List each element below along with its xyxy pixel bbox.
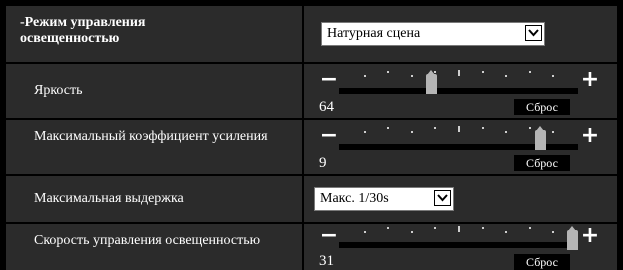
max-gain-plus-button[interactable]: +: [580, 125, 600, 147]
row-brightness: Яркость − + 64 Сброс: [6, 64, 617, 118]
label-cell: Максимальная выдержка: [6, 176, 304, 222]
max-gain-reset-button[interactable]: Сброс: [514, 155, 570, 171]
brightness-slider-track[interactable]: [339, 88, 578, 94]
max-gain-label: Максимальный коэффициент усиления: [34, 129, 268, 144]
label-cell: Яркость: [6, 64, 304, 118]
brightness-slider-thumb[interactable]: [426, 70, 437, 94]
light-control-speed-minus-button[interactable]: −: [319, 225, 339, 247]
light-control-speed-reset-button[interactable]: Сброс: [514, 254, 570, 270]
light-control-speed-slider-track[interactable]: [339, 242, 578, 248]
row-light-control-mode: -Режим управления освещенностью Натурная…: [6, 6, 617, 62]
row-max-shutter: Максимальная выдержка Макс. 1/30s: [6, 176, 617, 222]
light-control-mode-label: -Режим управления освещенностью: [20, 15, 146, 46]
brightness-minus-button[interactable]: −: [319, 69, 339, 91]
chevron-down-icon[interactable]: [525, 25, 542, 41]
brightness-plus-button[interactable]: +: [580, 69, 600, 91]
control-cell: − + 64 Сброс: [304, 64, 617, 118]
max-gain-value: 9: [319, 155, 327, 171]
brightness-scale: [339, 67, 578, 85]
control-cell: Натурная сцена: [304, 6, 617, 62]
light-control-speed-value: 31: [319, 253, 334, 269]
max-gain-slider-thumb[interactable]: [535, 126, 546, 150]
max-shutter-label: Максимальная выдержка: [34, 191, 184, 206]
brightness-value: 64: [319, 99, 334, 115]
label-cell: Максимальный коэффициент усиления: [6, 120, 304, 174]
label-cell: -Режим управления освещенностью: [6, 6, 304, 62]
light-control-speed-label: Скорость управления освещенностью: [34, 233, 261, 248]
brightness-reset-button[interactable]: Сброс: [514, 99, 570, 115]
label-cell: Скорость управления освещенностью: [6, 224, 304, 270]
light-control-speed-scale: [339, 223, 578, 241]
chevron-down-icon[interactable]: [434, 190, 451, 206]
max-shutter-select[interactable]: Макс. 1/30s: [314, 187, 454, 211]
control-cell: − + 9 Сброс: [304, 120, 617, 174]
light-control-mode-value: Натурная сцена: [327, 26, 421, 41]
light-control-settings-table: -Режим управления освещенностью Натурная…: [6, 6, 617, 270]
control-cell: Макс. 1/30s: [304, 176, 617, 222]
control-cell: − + 31 Сброс: [304, 224, 617, 270]
row-max-gain: Максимальный коэффициент усиления − + 9 …: [6, 120, 617, 174]
max-gain-minus-button[interactable]: −: [319, 125, 339, 147]
light-control-speed-plus-button[interactable]: +: [580, 225, 600, 247]
max-shutter-value: Макс. 1/30s: [320, 191, 389, 206]
light-control-mode-select[interactable]: Натурная сцена: [321, 22, 545, 46]
brightness-label: Яркость: [34, 83, 83, 98]
light-control-speed-slider-thumb[interactable]: [567, 226, 578, 250]
row-light-control-speed: Скорость управления освещенностью − + 31…: [6, 224, 617, 270]
